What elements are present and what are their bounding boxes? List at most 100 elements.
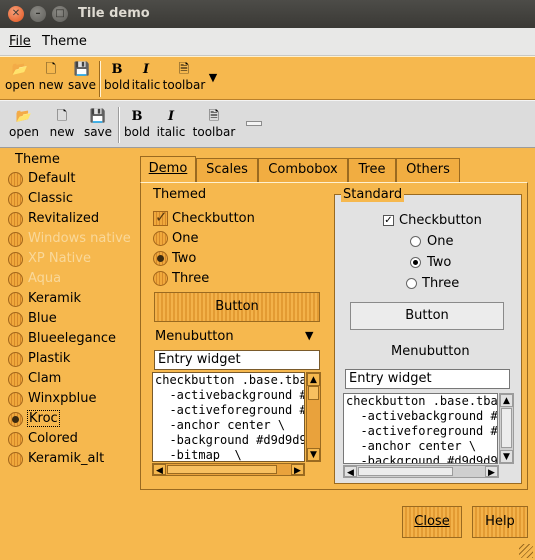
theme-radio-indicator[interactable] [8,392,23,407]
standard-vertical-scrollbar[interactable]: ▲ ▼ [499,393,514,464]
tab-combobox[interactable]: Combobox [258,158,348,182]
scroll-up-icon[interactable]: ▲ [500,394,513,407]
scroll-right-icon[interactable]: ▶ [291,464,304,476]
themed-checkbutton-box[interactable]: ✓ [153,208,168,226]
themed-checkbutton-label[interactable]: Checkbutton [172,211,255,226]
tab-others-label: Others [406,162,450,177]
hscroll-thumb[interactable] [358,467,453,476]
toolbar-bold-label: bold [104,78,130,92]
scroll-left-icon[interactable]: ◀ [153,464,166,476]
themed-radio-two-label[interactable]: Two [172,251,196,266]
scroll-thumb[interactable] [501,408,512,448]
menu-theme[interactable]: Theme [42,34,87,49]
theme-radio-indicator[interactable] [8,372,23,387]
standard-checkbutton-box[interactable]: ✓ [383,215,394,226]
hscroll-thumb[interactable] [167,465,277,474]
standard-checkbutton-label[interactable]: Checkbutton [399,213,482,228]
tab-demo-label: Demo [148,161,188,176]
scroll-down-icon[interactable]: ▼ [307,448,320,461]
standard-radio-one-label[interactable]: One [427,234,453,249]
toolbar-toolbar-label: toolbar [162,78,206,92]
theme-radio-indicator[interactable] [8,332,23,347]
toolbar-overflow-icon[interactable]: ▼ [206,71,220,84]
tile-demo-window: ✕ – □ Tile demo File Theme 📂 open 🗋 new … [0,0,535,560]
toolbar-new-label: new [38,78,64,92]
new-file-icon: 🗋 [45,62,57,77]
themed-text-widget[interactable]: checkbutton .base.tba -activebackground … [152,372,305,462]
standard-entry-field[interactable]: Entry widget [345,369,510,389]
menu-file[interactable]: File [9,34,31,49]
themed-radio-two[interactable] [153,251,168,266]
toolbar2-save-label: save [83,125,113,139]
themed-menubutton[interactable]: Menubutton [155,329,234,344]
standard-radio-three[interactable] [406,278,417,289]
toolbar-open-button[interactable]: 📂 open [4,62,36,92]
theme-radio-indicator[interactable] [8,432,23,447]
toolbar2-toolbar-label: toolbar [192,125,236,139]
themed-horizontal-scrollbar[interactable]: ◀ ▶ [152,463,305,476]
themed-entry-field[interactable]: Entry widget [154,350,320,370]
tab-demo[interactable]: Demo [140,156,196,183]
theme-radio-indicator[interactable] [8,352,23,367]
toolbar2-save-button[interactable]: 💾 save [82,109,114,139]
standard-horizontal-scrollbar[interactable]: ◀ ▶ [343,465,499,478]
tab-others[interactable]: Others [396,158,460,182]
theme-radio-indicator[interactable] [8,452,23,467]
themed-radio-one-label[interactable]: One [172,231,198,246]
themed-vertical-scrollbar[interactable]: ▲ ▼ [306,372,321,462]
help-button[interactable]: Help [472,506,528,538]
chevron-down-icon[interactable]: ▼ [305,329,313,342]
toolbar2-open-button[interactable]: 📂 open [7,109,41,139]
scroll-down-icon[interactable]: ▼ [500,450,513,463]
standard-radio-one[interactable] [410,236,421,247]
standard-radio-two-label[interactable]: Two [427,255,451,270]
themed-radio-one[interactable] [153,231,168,246]
theme-radio-indicator[interactable] [8,312,23,327]
standard-radio-three-label[interactable]: Three [422,276,459,291]
minimize-window-icon[interactable]: – [30,6,46,22]
toolbar-toolbar-button[interactable]: 🗎 toolbar [161,62,207,92]
close-window-icon[interactable]: ✕ [8,6,24,22]
theme-radio-label: Kroc [27,410,60,427]
close-button[interactable]: Close [402,506,462,538]
theme-radio-indicator[interactable] [8,212,23,227]
resize-grip[interactable] [519,544,533,558]
toolbar-new-button[interactable]: 🗋 new [37,62,65,92]
themed-radio-three[interactable] [153,271,168,286]
toolbar2-new-button[interactable]: 🗋 new [47,109,77,139]
text-line: checkbutton .base.tba [155,373,305,387]
standard-radio-two[interactable] [410,257,421,268]
theme-radio-indicator[interactable] [8,192,23,207]
standard-header: Standard [341,187,405,202]
theme-radio-indicator[interactable] [8,412,23,427]
toolbar2-italic-button[interactable]: I italic [154,109,188,139]
toolbar2-handle[interactable] [246,121,262,126]
standard-menubutton[interactable]: Menubutton [391,344,470,359]
theme-radio-label: Keramik [28,291,81,306]
standard-button[interactable]: Button [350,302,504,330]
standard-text-widget[interactable]: checkbutton .base.tba -activebackground … [343,393,498,464]
help-button-label: Help [485,514,515,529]
maximize-window-icon[interactable]: □ [52,6,68,22]
theme-radio-indicator[interactable] [8,292,23,307]
scroll-up-icon[interactable]: ▲ [307,373,320,386]
title-bar[interactable]: ✕ – □ Tile demo [0,0,535,28]
toolbar2-bold-button[interactable]: B bold [122,109,152,139]
themed-button[interactable]: Button [154,292,320,322]
toolbar2-toolbar-button[interactable]: 🗎 toolbar [190,109,238,139]
themed-radio-three-label[interactable]: Three [172,271,209,286]
toolbar-icon: 🗎 [178,62,190,77]
scroll-thumb[interactable] [308,386,319,400]
scroll-right-icon[interactable]: ▶ [485,466,498,478]
text-line: -activebackground #c [155,388,305,402]
toolbar-bold-button[interactable]: B bold [103,62,131,92]
tab-scales[interactable]: Scales [196,158,258,182]
theme-radio-label: Colored [28,431,78,446]
theme-radio-indicator[interactable] [8,172,23,187]
toolbar2-bold-label: bold [124,125,150,139]
italic-icon: I [167,109,175,124]
tab-tree[interactable]: Tree [348,158,396,182]
scroll-left-icon[interactable]: ◀ [344,466,357,478]
toolbar-italic-button[interactable]: I italic [131,62,161,92]
toolbar-save-button[interactable]: 💾 save [67,62,97,92]
